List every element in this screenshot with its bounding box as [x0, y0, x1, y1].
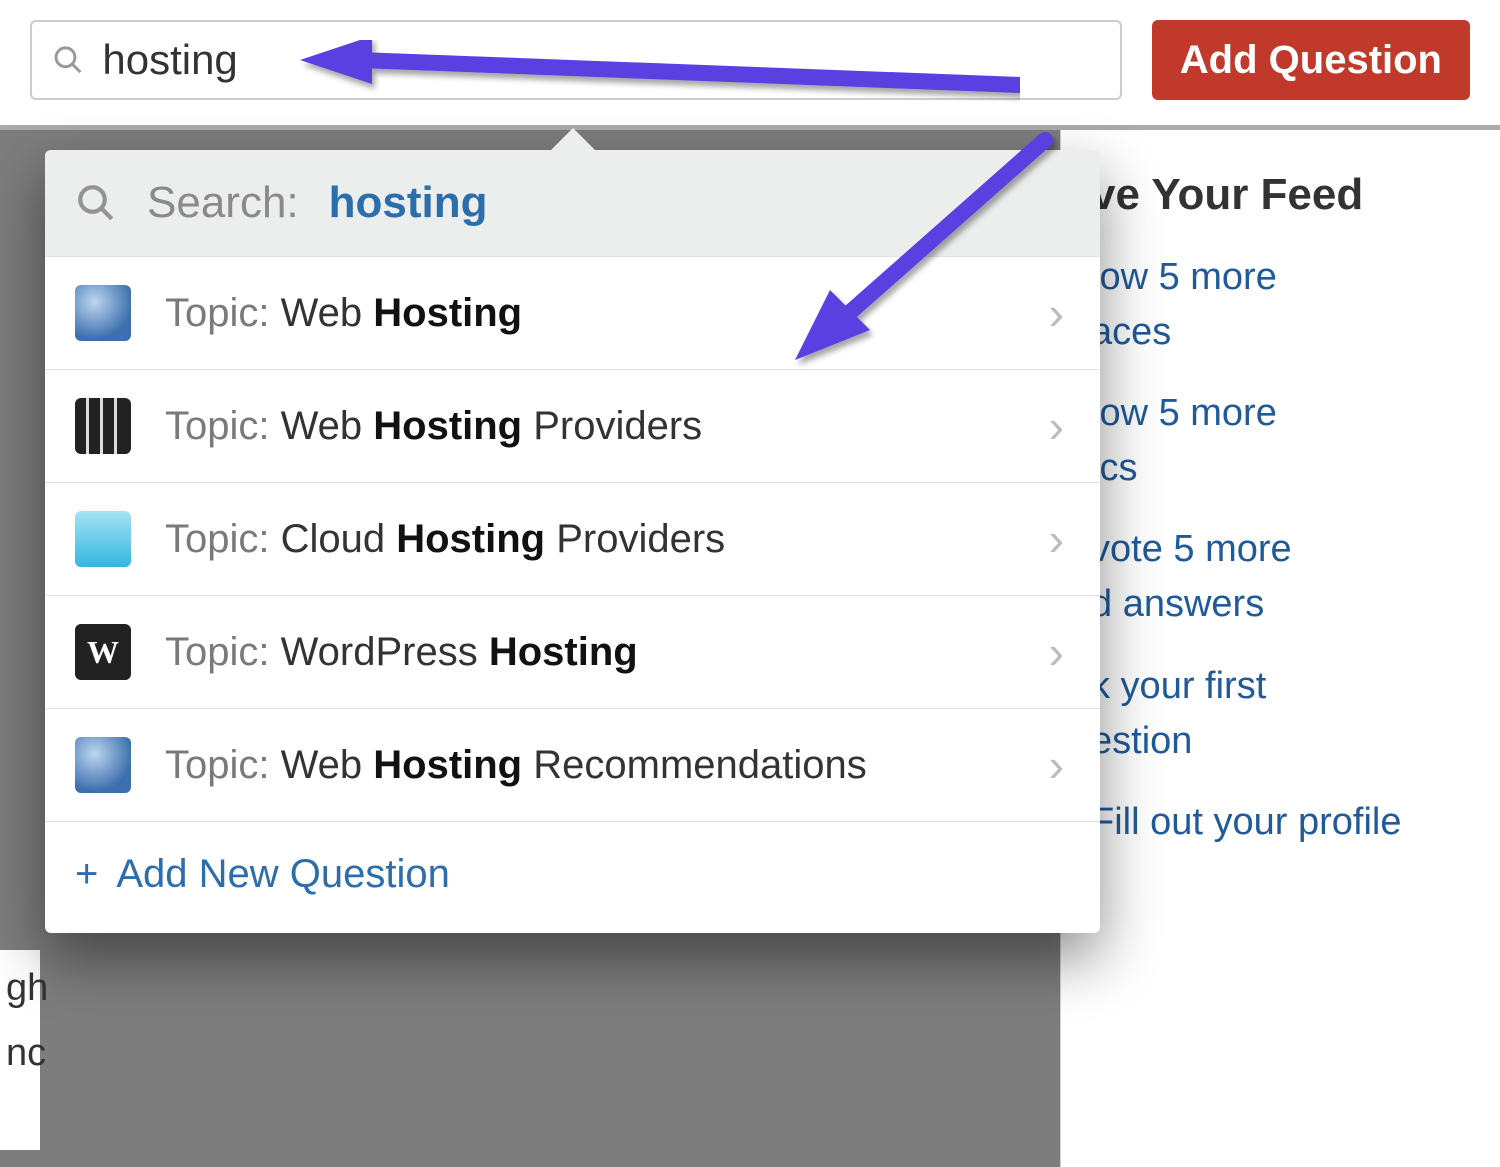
- chevron-right-icon: ›: [1049, 629, 1070, 675]
- wordpress-icon: W: [75, 624, 131, 680]
- suggestion-item[interactable]: Topic: Web Hosting ›: [45, 256, 1100, 369]
- suggestion-item[interactable]: Topic: Cloud Hosting Providers ›: [45, 482, 1100, 595]
- plus-icon: +: [75, 852, 98, 897]
- search-term: hosting: [329, 178, 488, 228]
- search-suggestion-header[interactable]: Search: hosting: [45, 150, 1100, 256]
- globe-icon: [75, 285, 131, 341]
- suggestion-item[interactable]: Topic: Web Hosting Recommendations ›: [45, 708, 1100, 821]
- search-label: Search:: [147, 178, 299, 228]
- sidebar-hint-1[interactable]: low 5 moreaces: [1091, 250, 1470, 360]
- sidebar-heading: ve Your Feed: [1091, 170, 1470, 220]
- suggestion-item[interactable]: W Topic: WordPress Hosting ›: [45, 595, 1100, 708]
- chevron-right-icon: ›: [1049, 742, 1070, 788]
- add-new-question-label: Add New Question: [116, 852, 450, 897]
- feed-sidebar: ve Your Feed low 5 moreaces low 5 moreic…: [1060, 130, 1500, 1167]
- suggestion-text: Topic: Web Hosting: [165, 291, 1015, 336]
- search-box[interactable]: [30, 20, 1122, 100]
- add-question-button[interactable]: Add Question: [1152, 20, 1470, 100]
- suggestion-text: Topic: Web Hosting Recommendations: [165, 743, 1015, 788]
- chevron-right-icon: ›: [1049, 290, 1070, 336]
- sidebar-hint-5[interactable]: Fill out your profile: [1091, 795, 1470, 850]
- left-slice: gh nc: [0, 950, 40, 1150]
- search-icon: [75, 182, 117, 224]
- chevron-right-icon: ›: [1049, 516, 1070, 562]
- search-suggestions: Search: hosting Topic: Web Hosting › Top…: [45, 150, 1100, 933]
- suggestion-text: Topic: WordPress Hosting: [165, 630, 1015, 675]
- search-icon: [52, 43, 84, 77]
- sidebar-hint-3[interactable]: vote 5 mored answers: [1091, 522, 1470, 632]
- add-new-question-link[interactable]: + Add New Question: [45, 821, 1100, 933]
- sidebar-hint-2[interactable]: low 5 moreics: [1091, 386, 1470, 496]
- cloud-icon: [75, 511, 131, 567]
- chevron-right-icon: ›: [1049, 403, 1070, 449]
- search-input[interactable]: [102, 22, 1099, 98]
- sidebar-hint-4[interactable]: k your firstestion: [1091, 659, 1470, 769]
- top-bar: Add Question: [0, 0, 1500, 130]
- server-icon: [75, 398, 131, 454]
- globe-icon: [75, 737, 131, 793]
- suggestion-item[interactable]: Topic: Web Hosting Providers ›: [45, 369, 1100, 482]
- suggestion-text: Topic: Cloud Hosting Providers: [165, 517, 1015, 562]
- suggestion-text: Topic: Web Hosting Providers: [165, 404, 1015, 449]
